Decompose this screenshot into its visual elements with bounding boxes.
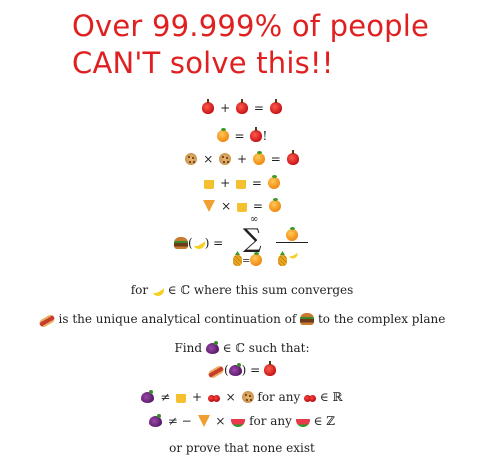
fraction-denominator (278, 248, 299, 268)
fraction-numerator (286, 224, 298, 243)
equation-2: = ! (0, 127, 484, 144)
find-label: Find (174, 341, 203, 355)
apple-icon (202, 99, 215, 114)
meme-headline: Over 99.999% of people CAN'T solve this!… (72, 8, 472, 82)
apple-icon (250, 127, 263, 142)
plus-sign: + (220, 101, 231, 115)
eggplant-icon (228, 363, 242, 376)
plus-sign: + (191, 390, 202, 404)
equals-sign: = (251, 176, 262, 190)
pizza-icon (203, 200, 216, 212)
equation-4: + = (0, 175, 484, 191)
not-equal-sign: ≠ (160, 390, 171, 404)
watermelon-icon (231, 419, 246, 427)
equation-5: × = (0, 198, 484, 214)
condition-3: ≠ − × for any ∈ ℤ (0, 413, 484, 429)
orange-icon (250, 252, 263, 266)
continuation-text: is the unique analytical continuation of (58, 312, 297, 326)
plus-sign: + (220, 176, 231, 190)
sigma-symbol: ∑ (243, 224, 262, 254)
beer-icon (236, 177, 246, 189)
cherries-icon (309, 395, 317, 402)
integer-set-text: ∈ ℤ (313, 414, 336, 428)
apple-icon (264, 361, 277, 376)
converges-text: ∈ ℂ where this sum converges (167, 283, 354, 297)
find-condition-text: ∈ ℂ such that: (222, 341, 310, 355)
beer-icon (237, 200, 247, 212)
real-set-text: ∈ ℝ (319, 390, 343, 404)
cherries-icon (212, 395, 220, 402)
pineapple-icon (278, 255, 287, 266)
not-equal-minus-sign: ≠ − (167, 414, 192, 428)
orange-icon (216, 128, 229, 142)
times-sign: × (203, 152, 214, 166)
pineapple-icon (233, 255, 242, 266)
plus-sign: + (236, 152, 248, 166)
cookie-icon (219, 153, 232, 165)
pizza-icon (197, 415, 210, 427)
complex-plane-text: to the complex plane (317, 312, 446, 326)
beer-icon (176, 391, 187, 403)
apple-icon (286, 150, 299, 165)
watermelon-icon (295, 419, 310, 427)
sum-lower-limit: = (233, 252, 263, 267)
equation-1: + = (0, 99, 484, 116)
equation-3: × + = (0, 150, 484, 167)
times-sign: × (225, 390, 236, 404)
orange-icon (252, 151, 265, 165)
close-paren-equals: ) = (241, 363, 261, 377)
for-any-label: for any (249, 414, 292, 428)
headline-line-2: CAN'T solve this!! (72, 46, 334, 80)
equals-sign: = (234, 129, 245, 143)
eggplant-icon (148, 414, 162, 427)
find-line: Find ∈ ℂ such that: (0, 340, 484, 356)
equals-sign: = (252, 199, 263, 213)
headline-line-1: Over 99.999% of people (72, 9, 430, 43)
banana-icon (149, 282, 166, 298)
factorial-sign: ! (262, 129, 268, 143)
cookie-icon (241, 391, 254, 403)
fraction-bar (276, 242, 308, 243)
banana-icon (287, 248, 299, 260)
burger-icon (300, 313, 315, 325)
times-sign: × (215, 414, 226, 428)
prove-none-text: or prove that none exist (169, 441, 315, 455)
orange-icon (286, 227, 298, 241)
eggplant-icon (141, 390, 155, 403)
hotdog-icon (37, 313, 56, 329)
converges-line: for ∈ ℂ where this sum converges (0, 282, 484, 298)
cookie-icon (185, 153, 198, 165)
orange-icon (267, 175, 280, 189)
apple-icon (269, 99, 282, 114)
equals-sign: = (242, 256, 251, 267)
orange-icon (268, 198, 281, 212)
times-sign: × (221, 199, 232, 213)
for-any-label: for any (257, 390, 301, 404)
close-paren-equals: ) = (204, 236, 224, 250)
open-paren: ( (223, 363, 229, 377)
burger-icon (174, 237, 188, 249)
for-label: for (130, 283, 149, 297)
hotdog-icon (207, 364, 225, 380)
condition-1: ( ) = (0, 361, 484, 380)
beer-icon (204, 177, 215, 189)
eggplant-icon (205, 341, 219, 354)
condition-2: ≠ + × for any ∈ ℝ (0, 389, 484, 405)
equals-sign: = (253, 101, 264, 115)
series-lhs: () = (174, 235, 224, 251)
equals-sign: = (270, 152, 281, 166)
continuation-line: is the unique analytical continuation of… (0, 311, 484, 329)
apple-icon (236, 99, 248, 114)
closing-line: or prove that none exist (0, 440, 484, 456)
